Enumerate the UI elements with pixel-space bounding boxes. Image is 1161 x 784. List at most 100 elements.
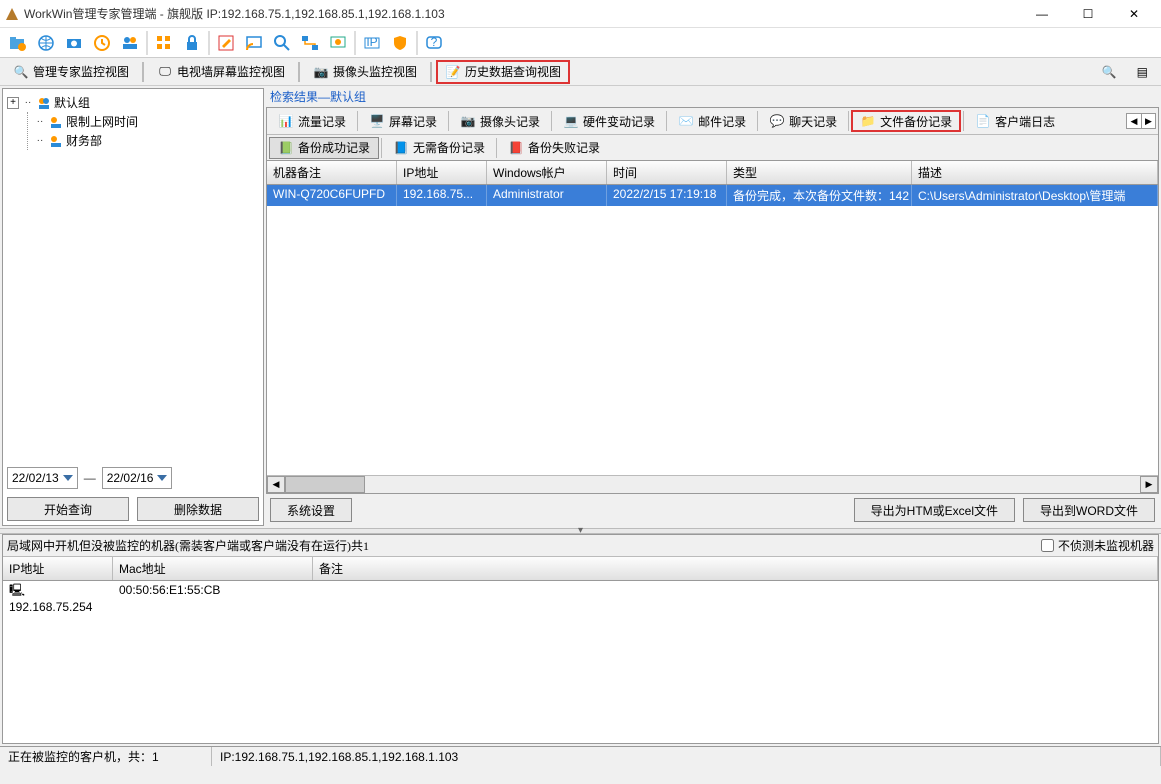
tv-icon: 🖵 [157,64,173,80]
cell-note [313,581,1158,616]
ok-icon: 📗 [278,140,294,156]
grid-icon[interactable] [152,31,176,55]
dropdown-icon [157,475,167,481]
tab-chat[interactable]: 💬聊天记录 [760,110,846,132]
subtab-backup-noneed[interactable]: 📘无需备份记录 [384,137,494,159]
edit-icon[interactable] [214,31,238,55]
chat-icon: 💬 [769,113,785,129]
col-ip[interactable]: IP地址 [397,161,487,184]
horizontal-splitter[interactable] [0,528,1161,534]
maximize-button[interactable]: ☐ [1065,0,1111,28]
unmonitored-row[interactable]: 🖳192.168.75.254 00:50:56:E1:55:CB [3,581,1158,616]
grid-row-selected[interactable]: WIN-Q720C6FUPFD 192.168.75... Administra… [267,185,1158,206]
scroll-right-button[interactable]: ▶ [1141,114,1155,128]
dropdown-icon [63,475,73,481]
tab-label: 流量记录 [298,113,346,130]
view-camera-button[interactable]: 📷 摄像头监控视图 [304,60,426,84]
export-word-button[interactable]: 导出到WORD文件 [1023,498,1155,522]
scroll-left-icon[interactable]: ◀ [267,476,285,493]
toolbar-separator [416,31,418,55]
scroll-right-icon[interactable]: ▶ [1140,476,1158,493]
toolbar-separator [146,31,148,55]
export-htm-excel-button[interactable]: 导出为HTM或Excel文件 [854,498,1015,522]
col-note[interactable]: 备注 [313,557,1158,580]
view-history-button[interactable]: 📝 历史数据查询视图 [436,60,570,84]
tree-child[interactable]: ·· 财务部 [34,131,259,150]
separator [496,138,497,158]
tab-label: 邮件记录 [698,113,746,130]
tab-hardware[interactable]: 💻硬件变动记录 [554,110,664,132]
subtab-backup-ok[interactable]: 📗备份成功记录 [269,137,379,159]
col-machine[interactable]: 机器备注 [267,161,397,184]
col-desc[interactable]: 描述 [912,161,1158,184]
col-winuser[interactable]: Windows帐户 [487,161,607,184]
tree-label: 默认组 [54,94,90,111]
unmonitored-body[interactable]: 🖳192.168.75.254 00:50:56:E1:55:CB [3,581,1158,743]
grid-hscroll[interactable]: ◀ ▶ [267,475,1158,493]
col-time[interactable]: 时间 [607,161,727,184]
tab-screen[interactable]: 🖥️屏幕记录 [360,110,446,132]
cell-machine: WIN-Q720C6FUPFD [267,185,397,206]
monitor-icon[interactable] [326,31,350,55]
camera-icon[interactable] [62,31,86,55]
cell-time: 2022/2/15 17:19:18 [607,185,727,206]
folder-new-icon[interactable] [6,31,30,55]
subtab-backup-fail[interactable]: 📕备份失败记录 [499,137,609,159]
view-label: 历史数据查询视图 [465,63,561,80]
delete-data-button[interactable]: 删除数据 [137,497,259,521]
help-icon[interactable]: ? [422,31,446,55]
cell-type: 备份完成，本次备份文件数：142 [727,185,912,206]
minimize-button[interactable]: — [1019,0,1065,28]
tab-filebackup[interactable]: 📁文件备份记录 [851,110,961,132]
date-to-input[interactable]: 22/02/16 [102,467,173,489]
toolbar-separator [430,62,432,82]
view-monitor-button[interactable]: 🔍 管理专家监控视图 [4,60,138,84]
start-search-button[interactable]: 开始查询 [7,497,129,521]
history-icon[interactable] [90,31,114,55]
tree-root[interactable]: + ·· 默认组 [7,93,259,112]
expand-toggle[interactable]: + [7,97,19,109]
col-type[interactable]: 类型 [727,161,912,184]
users-icon[interactable] [118,31,142,55]
cast-icon[interactable] [242,31,266,55]
log-icon: 📄 [975,113,991,129]
cell-mac: 00:50:56:E1:55:CB [113,581,313,616]
separator [448,111,449,131]
view-tvwall-button[interactable]: 🖵 电视墙屏幕监控视图 [148,60,294,84]
scroll-left-button[interactable]: ◀ [1127,114,1141,128]
list-tool-icon[interactable]: ▤ [1128,60,1157,84]
group-icon [49,134,63,148]
tab-camera[interactable]: 📷摄像头记录 [451,110,549,132]
tab-flow[interactable]: 📊流量记录 [269,110,355,132]
no-detect-checkbox-label[interactable]: 不侦测未监视机器 [1041,537,1154,554]
search-tool-icon[interactable]: 🔍 [1093,60,1126,84]
separator [666,111,667,131]
date-from-input[interactable]: 22/02/13 [7,467,78,489]
col-ip[interactable]: IP地址 [3,557,113,580]
toolbar-separator [142,62,144,82]
network-icon[interactable] [298,31,322,55]
shield-icon[interactable] [388,31,412,55]
scroll-thumb[interactable] [285,476,365,493]
cell-desc: C:\Users\Administrator\Desktop\管理端 [912,185,1158,206]
grid-body[interactable]: WIN-Q720C6FUPFD 192.168.75... Administra… [267,185,1158,475]
tree-child[interactable]: ·· 限制上网时间 [34,112,259,131]
col-mac[interactable]: Mac地址 [113,557,313,580]
tab-mail[interactable]: ✉️邮件记录 [669,110,755,132]
checkbox-label: 不侦测未监视机器 [1058,537,1154,554]
unmonitored-titlebar: 局域网中开机但没被监控的机器(需装客户端或客户端没有在运行)共1 不侦测未监视机… [3,535,1158,557]
system-settings-button[interactable]: 系统设置 [270,498,352,522]
tab-clientlog[interactable]: 📄客户端日志 [966,110,1064,132]
zoom-icon[interactable] [270,31,294,55]
separator [357,111,358,131]
lock-icon[interactable] [180,31,204,55]
ip-icon[interactable]: IP [360,31,384,55]
globe-icon[interactable] [34,31,58,55]
group-tree[interactable]: + ·· 默认组 ·· 限制上网时间 ·· 财务部 [3,89,263,463]
statusbar: 正在被监控的客户机，共：1 IP:192.168.75.1,192.168.85… [0,746,1161,766]
app-icon [4,6,20,22]
separator [381,138,382,158]
close-button[interactable]: ✕ [1111,0,1157,28]
bottom-buttons: 系统设置 导出为HTM或Excel文件 导出到WORD文件 [266,494,1159,526]
no-detect-checkbox[interactable] [1041,539,1054,552]
